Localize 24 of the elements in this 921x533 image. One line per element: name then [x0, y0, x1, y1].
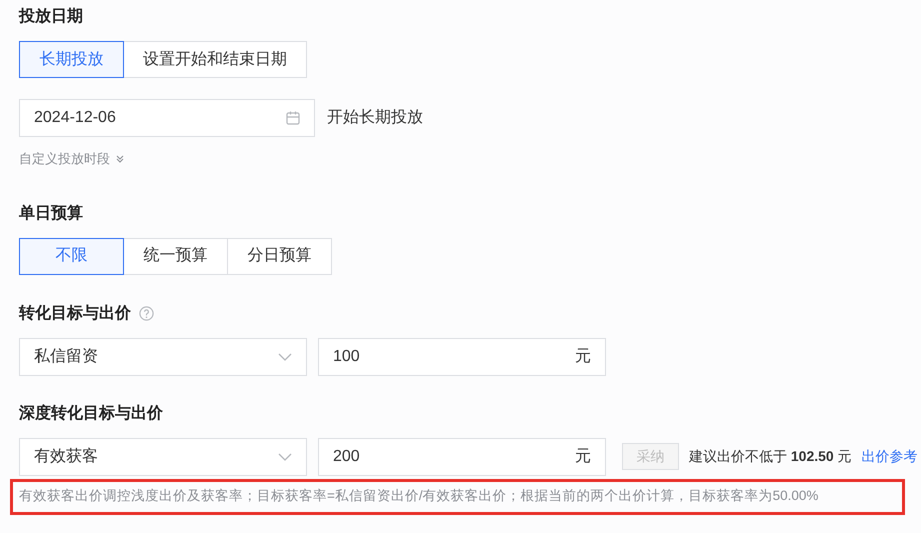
segment-tab[interactable]: 分日预算 [227, 238, 332, 274]
section-title: 深度转化目标与出价 [19, 403, 163, 424]
section-title: 单日预算 [19, 204, 83, 224]
section-title: 投放日期 [19, 6, 83, 27]
chevron-down-icon [278, 452, 292, 460]
bid-input[interactable]: 200 元 [318, 438, 606, 476]
segment-tab[interactable]: 长期投放 [19, 41, 124, 78]
segment-tab[interactable]: 统一预算 [123, 238, 228, 274]
unit-label: 元 [575, 446, 591, 466]
date-field[interactable]: 2024-12-06 [19, 99, 315, 137]
segment-tab[interactable]: 不限 [19, 238, 124, 274]
calendar-icon [286, 111, 300, 125]
note-text: 有效获客出价调控浅度出价及获客率；目标获客率=私信留资出价/有效获客出价；根据当前的两个出价计算，目标获客率为50.00% [19, 487, 818, 506]
section-title: 转化目标与出价 [19, 304, 131, 324]
date-hint: 开始长期投放 [327, 108, 423, 128]
goal-select[interactable]: 私信留资 [19, 338, 307, 376]
unit-label: 元 [575, 346, 591, 366]
goal-select[interactable]: 有效获客 [19, 438, 307, 476]
segment-tab[interactable]: 设置开始和结束日期 [123, 41, 307, 78]
bid-suggestion: 建议出价不低于 102.50 元 [689, 447, 852, 466]
bid-reference-link[interactable]: 出价参考 [862, 446, 918, 467]
bid-input[interactable]: 100 元 [318, 338, 606, 376]
chevron-down-icon [278, 352, 292, 360]
double-chevron-icon [116, 154, 124, 163]
